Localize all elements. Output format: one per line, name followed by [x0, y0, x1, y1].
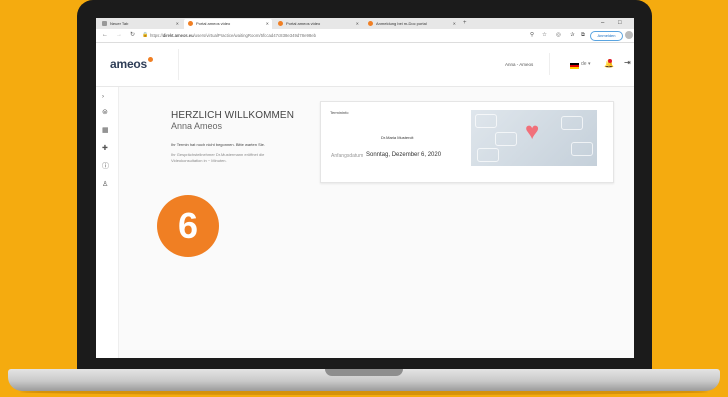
tab-label: Neuer Tab: [110, 21, 129, 26]
maximize-icon[interactable]: □: [618, 18, 622, 29]
close-icon[interactable]: ✕: [453, 19, 456, 29]
url-prefix: https://: [150, 33, 163, 38]
tab-label: Anmeldung bei m-Doc portal: [376, 21, 427, 26]
forward-arrow-icon[interactable]: →: [116, 29, 122, 42]
close-icon[interactable]: ✕: [176, 19, 179, 29]
step-number-badge: 6: [157, 195, 219, 257]
close-icon[interactable]: ✕: [356, 19, 359, 29]
date-value: Sonntag, Dezember 6, 2020: [366, 152, 442, 158]
date-label: Anfangsdatum: [331, 153, 364, 159]
zoom-icon[interactable]: ⚲: [530, 29, 534, 42]
status-message: Ihr Termin hat noch nicht begonnen. Bitt…: [171, 142, 265, 147]
url-domain: direkt.ameos.eu: [162, 33, 194, 38]
ameos-favicon-icon: [188, 21, 193, 27]
ameos-favicon-icon: [278, 21, 283, 27]
browser-tab[interactable]: Neuer Tab ✕: [98, 19, 182, 29]
browser-tab[interactable]: Anmeldung bei m-Doc portal ✕: [364, 19, 459, 29]
doctor-name: Dr.Maria Mustercit: [381, 135, 414, 140]
patient-name: Anna Ameos: [171, 121, 223, 131]
hexagon-shape: [477, 148, 499, 162]
welcome-title: HERZLICH WILLKOMMEN: [171, 110, 295, 121]
header-divider: [549, 53, 550, 75]
language-selector[interactable]: de ▾: [581, 61, 590, 67]
lock-icon[interactable]: 🔒: [142, 29, 148, 42]
info-message: Ihr Gesprächsteilnehmer Dr.Mustermann er…: [171, 152, 265, 163]
collections-icon[interactable]: ⧉: [581, 29, 585, 42]
tab-label: Portal ameos video: [196, 21, 231, 26]
url-path: /users/virtualPractice/waitingRoom/5fcca…: [193, 33, 317, 38]
new-tab-icon[interactable]: +: [463, 19, 467, 28]
tab-page-icon: [102, 21, 107, 27]
favorites-icon[interactable]: ✰: [570, 29, 575, 42]
notification-badge: [608, 59, 612, 63]
app-header: ameos Anna - Ameos de ▾ 🔔 ⇥: [96, 43, 634, 87]
hexagon-shape: [561, 116, 583, 130]
expand-chevron-icon[interactable]: ›: [102, 93, 104, 101]
browser-tab-bar: Neuer Tab ✕ Portal ameos video ✕ Portal am…: [96, 18, 634, 29]
refresh-icon[interactable]: ↻: [130, 29, 135, 42]
appointment-card: Termininfo Dr.Maria Mustercit Anfangsdat…: [320, 101, 614, 183]
info-icon[interactable]: ⓘ: [102, 163, 109, 171]
laptop-notch: [325, 369, 403, 376]
sidebar: › ⊜ ▦ ✚ ⓘ ♙: [96, 87, 119, 358]
url-input[interactable]: https://direkt.ameos.eu/users/virtualPra…: [150, 31, 522, 40]
browser-tab[interactable]: Portal ameos video ✕: [274, 19, 362, 29]
medical-heart-image: ♥: [471, 110, 597, 166]
profile-avatar[interactable]: [625, 31, 633, 39]
card-title: Termininfo: [330, 110, 349, 115]
ameos-favicon-icon: [368, 21, 373, 27]
main-content: HERZLICH WILLKOMMEN Anna Ameos Ihr Termi…: [119, 87, 634, 358]
hexagon-shape: [571, 142, 593, 156]
logout-icon[interactable]: ⇥: [624, 59, 631, 67]
layers-icon[interactable]: ⊜: [102, 109, 108, 117]
ameos-logo[interactable]: ameos: [110, 57, 147, 71]
close-icon[interactable]: ✕: [266, 19, 269, 29]
tab-label: Portal ameos video: [286, 21, 321, 26]
language-code: de: [581, 61, 587, 67]
star-icon[interactable]: ☆: [542, 29, 547, 42]
minimize-icon[interactable]: –: [601, 18, 604, 29]
back-arrow-icon[interactable]: ←: [102, 29, 108, 42]
signin-button[interactable]: Anmelden: [590, 31, 623, 41]
calendar-icon[interactable]: ▦: [102, 127, 109, 135]
laptop-screen: Neuer Tab ✕ Portal ameos video ✕ Portal am…: [96, 18, 634, 358]
user-icon[interactable]: ♙: [102, 181, 108, 189]
medical-cross-icon[interactable]: ✚: [102, 145, 108, 153]
user-name[interactable]: Anna - Ameos: [505, 62, 533, 67]
header-divider: [178, 49, 179, 80]
hexagon-shape: [495, 132, 517, 146]
logo-dot-icon: [148, 57, 153, 62]
browser-tab-active[interactable]: Portal ameos video ✕: [184, 19, 272, 29]
extension-icon[interactable]: ◎: [556, 29, 561, 42]
heart-icon: ♥: [525, 118, 540, 145]
hexagon-shape: [475, 114, 497, 128]
browser-toolbar: ← → ↻ 🔒 https://direkt.ameos.eu/users/vi…: [96, 29, 634, 43]
german-flag-icon[interactable]: [570, 63, 579, 69]
